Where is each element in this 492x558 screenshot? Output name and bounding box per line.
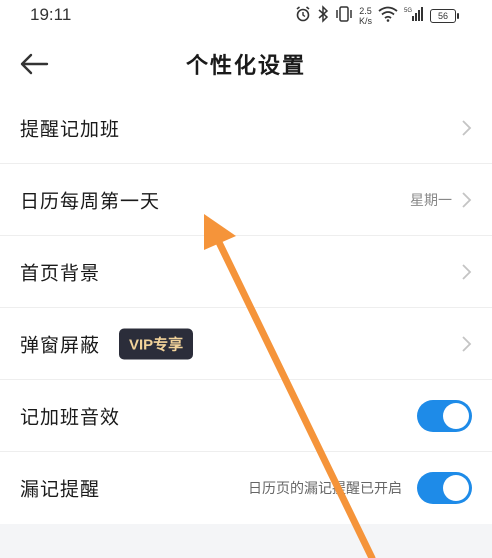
page-header: 个性化设置 bbox=[0, 34, 492, 92]
toggle-knob bbox=[443, 475, 469, 501]
overtime-sound-toggle[interactable] bbox=[417, 399, 472, 432]
page-title: 个性化设置 bbox=[185, 53, 306, 79]
setting-overtime-reminder[interactable]: 提醒记加班 bbox=[0, 92, 492, 164]
signal-icon: 5G bbox=[404, 6, 424, 26]
bluetooth-icon bbox=[317, 5, 329, 27]
chevron-right-icon bbox=[462, 335, 472, 352]
vip-badge: VIP专享 bbox=[119, 328, 194, 359]
status-bar: 19:11 2.5 K/s 5G 56 bbox=[0, 0, 492, 34]
setting-label: 首页背景 bbox=[20, 262, 101, 284]
net-speed-value: 2.5 bbox=[359, 6, 372, 16]
setting-missed-reminder: 漏记提醒 日历页的漏记提醒已开启 bbox=[0, 452, 492, 524]
setting-label: 日历每周第一天 bbox=[20, 190, 161, 212]
bottom-spacer bbox=[0, 524, 492, 558]
status-time: 19:11 bbox=[30, 5, 72, 24]
setting-label: 漏记提醒 bbox=[20, 478, 101, 501]
missed-reminder-note: 日历页的漏记提醒已开启 bbox=[248, 481, 402, 497]
setting-week-start[interactable]: 日历每周第一天 星期一 bbox=[0, 164, 492, 236]
battery-icon: 56 bbox=[430, 9, 459, 23]
wifi-icon bbox=[378, 6, 398, 26]
svg-text:5G: 5G bbox=[404, 8, 412, 14]
net-speed-unit: K/s bbox=[358, 16, 372, 26]
setting-label: 弹窗屏蔽 bbox=[20, 334, 101, 356]
setting-label: 提醒记加班 bbox=[20, 118, 121, 140]
vibrate-icon bbox=[335, 6, 353, 26]
setting-label: 记加班音效 bbox=[20, 406, 121, 428]
setting-popup-block[interactable]: 弹窗屏蔽 VIP专享 bbox=[0, 308, 492, 380]
chevron-right-icon bbox=[462, 263, 472, 280]
net-speed: 2.5 K/s bbox=[359, 6, 372, 26]
missed-reminder-toggle[interactable] bbox=[417, 472, 472, 504]
alarm-icon bbox=[295, 6, 311, 26]
setting-overtime-sound: 记加班音效 bbox=[0, 380, 492, 452]
status-icons: 2.5 K/s 5G 56 bbox=[295, 4, 459, 28]
settings-list: 提醒记加班 日历每周第一天 星期一 首页背景 弹窗屏蔽 VIP专享 记加班音效 … bbox=[0, 92, 492, 524]
setting-home-background[interactable]: 首页背景 bbox=[0, 236, 492, 308]
chevron-right-icon bbox=[462, 119, 472, 136]
settings-page: 19:11 2.5 K/s 5G 56 个性化设置 提醒记加班 日历每周第一天 … bbox=[0, 0, 492, 558]
toggle-knob bbox=[443, 402, 469, 429]
chevron-right-icon bbox=[462, 191, 472, 208]
setting-value: 星期一 bbox=[410, 192, 452, 209]
